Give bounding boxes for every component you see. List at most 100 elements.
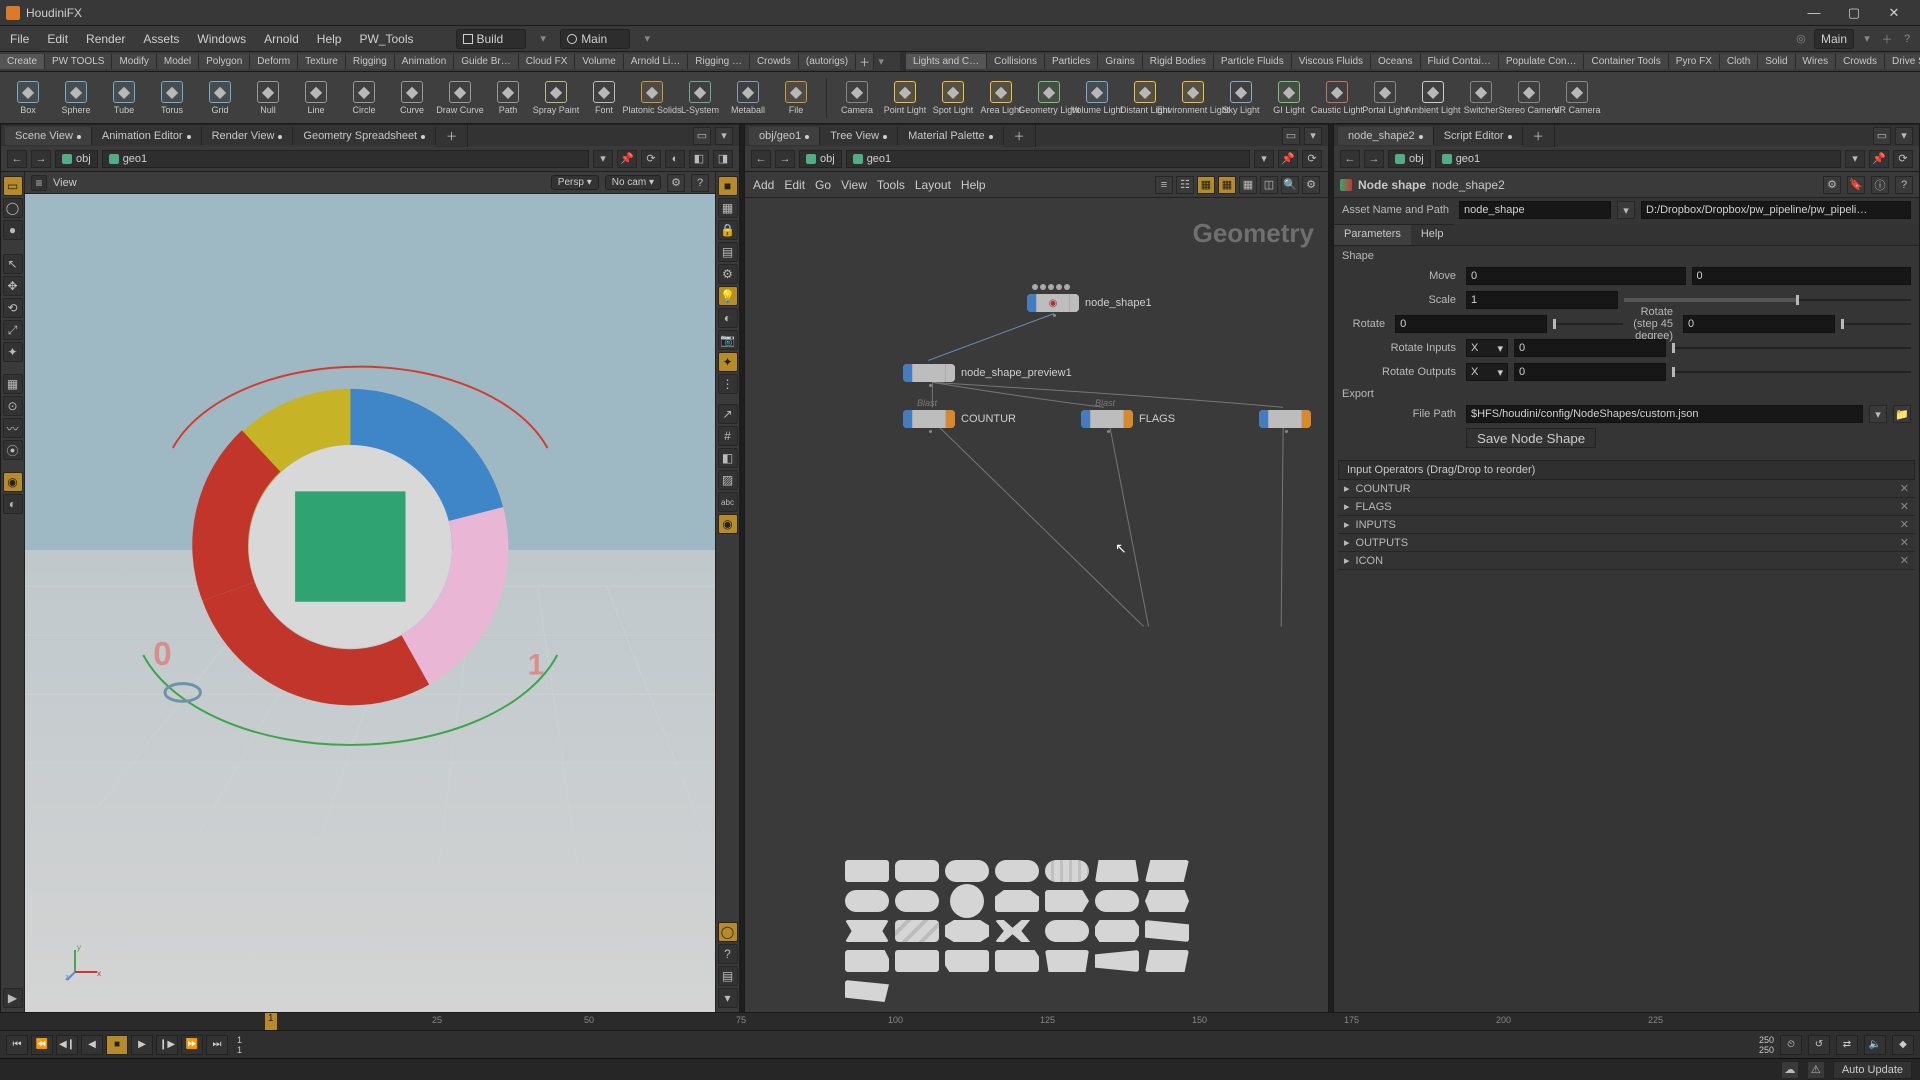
shelf-tool-torus[interactable]: ◆Torus [150,81,194,115]
snap-point[interactable]: ⊙ [3,396,23,416]
net-grid2-icon[interactable]: ▦ [1218,176,1236,194]
shading-button[interactable]: ◉ [3,472,23,492]
shelf-tool-platonic-solids[interactable]: ◆Platonic Solids [630,81,674,115]
select-tool[interactable]: ▭ [3,176,23,196]
chevron-down-icon[interactable]: ▾ [640,32,654,46]
nodeshape-flag[interactable] [845,920,889,942]
loop-button[interactable]: ↺ [1808,1035,1830,1055]
next-key-button[interactable]: ⏩ [181,1035,203,1055]
node-extra[interactable] [1259,410,1311,428]
display-gear[interactable]: ⚙ [718,264,738,284]
shelf-tab[interactable]: Drive Simula… [1885,54,1920,69]
display-abc[interactable]: abc [718,492,738,512]
scale-slider[interactable] [1624,291,1911,309]
shelf-tool-draw-curve[interactable]: ◆Draw Curve [438,81,482,115]
shelf-tool-vr-camera[interactable]: ◆VR Camera [1555,81,1599,115]
shelf-tab[interactable]: Rigging [346,54,395,69]
shelf-tab[interactable]: Oceans [1371,54,1420,69]
nodeshape-round[interactable] [945,860,989,882]
remove-icon[interactable]: ✕ [1900,482,1909,495]
shelf-tab[interactable]: Deform [250,54,298,69]
shelf-tab[interactable]: Animation [395,54,454,69]
pin-button[interactable]: 📌 [1869,150,1889,168]
shelf-tool-box[interactable]: ◆Box [6,81,50,115]
rotate-inputs-value[interactable] [1514,339,1666,357]
net-menu-go[interactable]: Go [815,178,831,192]
nodeshape-tab[interactable] [995,890,1039,912]
nodeshape-wave[interactable] [1045,860,1089,882]
shelf-tab[interactable]: Create [0,54,45,69]
net-tree-icon[interactable]: ☷ [1176,176,1194,194]
nav-fwd-button[interactable]: → [1364,150,1384,168]
nav-back-button[interactable]: ← [751,150,771,168]
node-name-label[interactable]: node_shape2 [1432,178,1505,192]
desktop-selector-right[interactable]: Main [560,29,630,49]
prev-button[interactable]: ◀❙ [56,1035,78,1055]
rotate-step-input[interactable] [1683,315,1835,333]
net-menu-edit[interactable]: Edit [784,178,805,192]
shelf-tab[interactable]: Texture [298,54,346,69]
menu-help[interactable]: Help [313,30,346,48]
path-level[interactable]: obj [55,150,98,168]
nodeshape-hex[interactable] [1145,890,1189,912]
rotate-tool[interactable]: ⟲ [3,298,23,318]
operator-row[interactable]: ▸ICON✕ [1338,552,1915,570]
remove-icon[interactable]: ✕ [1900,518,1909,531]
display-bg[interactable]: ◐ [718,308,738,328]
lighting-button[interactable]: ◐ [3,494,23,514]
nodeshape-ell[interactable] [1045,920,1089,942]
play-button[interactable]: ▶ [131,1035,153,1055]
tab-node-shape2[interactable]: node_shape2 [1338,127,1434,145]
node-shape1[interactable]: ◉ node_shape1 [1027,294,1152,312]
key-button[interactable]: ◆ [1892,1035,1914,1055]
nodeshape-trap2[interactable] [1045,950,1089,972]
nodeshape-last[interactable] [845,980,889,1002]
network-graph[interactable]: Geometry ◉ node_shape1 node_shape_ [745,198,1328,1012]
menu-file[interactable]: File [6,30,33,48]
shelf-tool-caustic-light[interactable]: ◆Caustic Light [1315,81,1359,115]
nodeshape-parallelo[interactable] [1145,860,1189,882]
shelf-tab[interactable]: Viscous Fluids [1292,54,1371,69]
menu-render[interactable]: Render [82,30,129,48]
tag-icon[interactable]: 🔖 [1847,176,1865,194]
shelf-tab[interactable]: Rigging … [688,54,750,69]
nodeshape-bone[interactable] [945,920,989,942]
move-x-input[interactable] [1466,267,1686,285]
opts-button[interactable]: ◨ [713,150,733,168]
help-icon[interactable]: ? [1900,32,1914,46]
shelf-tool-point-light[interactable]: ◆Point Light [883,81,927,115]
display-shaded[interactable]: ■ [718,176,738,196]
operator-row[interactable]: ▸FLAGS✕ [1338,498,1915,516]
nodeshape-bev[interactable] [1095,920,1139,942]
shelf-tool-stereo-camera[interactable]: ◆Stereo Camera [1507,81,1551,115]
xform-tool[interactable]: ✦ [3,342,23,362]
shelf-tab[interactable]: Cloth [1720,54,1758,69]
net-search-icon[interactable]: 🔍 [1281,176,1299,194]
operator-row[interactable]: ▸INPUTS✕ [1338,516,1915,534]
shelf-tool-spot-light[interactable]: ◆Spot Light [931,81,975,115]
snap-curve[interactable]: 〰 [3,418,23,438]
net-grid3-icon[interactable]: ▦ [1239,176,1257,194]
remove-icon[interactable]: ✕ [1900,554,1909,567]
brush-tool[interactable]: ● [3,220,23,240]
node-shape-preview[interactable]: node_shape_preview1 [903,364,1072,382]
render-button[interactable]: ▶ [3,988,23,1008]
snap-grid[interactable]: ▦ [3,374,23,394]
rotate-outputs-value[interactable] [1514,363,1666,381]
scale-tool[interactable]: ⤢ [3,320,23,340]
menu-windows[interactable]: Windows [193,30,250,48]
last-frame-button[interactable]: ⏭ [206,1035,228,1055]
node-flags[interactable]: Blast FLAGS [1081,410,1175,428]
shelf-tool-null[interactable]: ◆Null [246,81,290,115]
path-level[interactable]: obj [1388,150,1431,168]
shelf-tool-geometry-light[interactable]: ◆Geometry Light [1027,81,1071,115]
net-menu-view[interactable]: View [841,178,867,192]
shelf-tab[interactable]: Particle Fluids [1214,54,1292,69]
shelf-tab[interactable]: Pyro FX [1669,54,1720,69]
remove-icon[interactable]: ✕ [1900,536,1909,549]
nodeshape-circle[interactable] [950,884,984,918]
shelf-tool-area-light[interactable]: ◆Area Light [979,81,1023,115]
stop-button[interactable]: ■ [106,1035,128,1055]
rotate-outputs-axis[interactable]: X▾ [1466,363,1508,381]
tab-scene-view[interactable]: Scene View [5,127,92,145]
